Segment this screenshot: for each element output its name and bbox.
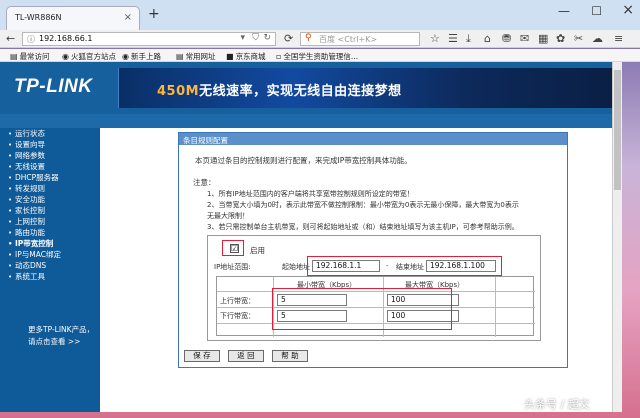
browser-nav-bar: ← ⓘ 192.168.66.1 ▾ ⛉ ↻ ⟳ ⚲ 百度 <Ctrl+K> ☆… <box>0 30 640 48</box>
banner-graphic: 450M无线速率，实现无线自由连接梦想 <box>118 68 612 108</box>
note-line: 3、若只需控制单台主机带宽，则可将起始地址或（和）结束地址填写为该主机IP，可参… <box>207 223 519 231</box>
tab-close-icon[interactable]: × <box>124 12 132 23</box>
bookmark-item[interactable]: ▫ 全国学生资助管理信... <box>276 51 358 62</box>
sidebar-item-routing[interactable]: • 路由功能 <box>8 227 61 238</box>
highlight-box <box>222 240 244 256</box>
search-placeholder: 百度 <Ctrl+K> <box>319 35 378 44</box>
downstream-label: 下行带宽： <box>220 312 255 320</box>
note-line: 1、所有IP地址范围内的客户端将共享宽带控制规则所设定的带宽！ <box>207 190 414 198</box>
bookmarks-bar: ▤ 最常访问 ◉ 火狐官方站点 ◉ 新手上路 ▤ 常用网址 ■ 京东商城 ▫ 全国学生资助管… <box>0 49 640 62</box>
sidebar-item-status[interactable]: • 运行状态 <box>8 128 61 139</box>
sidebar-item-parental[interactable]: • 家长控制 <box>8 205 61 216</box>
extension-icon[interactable]: ✿ <box>556 32 565 45</box>
browser-tab[interactable]: TL-WR886N × <box>6 6 140 30</box>
sidebar-item-ddns[interactable]: • 动态DNS <box>8 260 61 271</box>
cart-icon[interactable]: ⛃ <box>502 32 511 45</box>
firefox-icon: ◉ <box>122 52 129 61</box>
scissors-icon[interactable]: ✂ <box>574 32 583 45</box>
folder-icon: ▤ <box>10 52 18 61</box>
save-button[interactable]: 保 存 <box>184 350 220 362</box>
sidebar-item-wizard[interactable]: • 设置向导 <box>8 139 61 150</box>
download-icon[interactable]: ⤓ <box>466 32 471 46</box>
shield-icon: ⛉ <box>252 33 259 43</box>
note-line: 2、当带宽大小填为0时，表示此带宽不做控制限制：最小带宽为0表示无最小保障，最大… <box>207 201 519 209</box>
folder-icon: ▤ <box>176 52 184 61</box>
window-close-icon[interactable]: × <box>622 2 634 18</box>
bookmark-item[interactable]: ◉ 新手上路 <box>122 51 161 62</box>
scrollbar-thumb[interactable] <box>614 70 621 190</box>
search-input[interactable]: ⚲ 百度 <Ctrl+K> <box>300 32 420 46</box>
sidebar-item-dhcp[interactable]: • DHCP服务器 <box>8 172 61 183</box>
reload-icon[interactable]: ⟳ <box>284 32 293 45</box>
help-button[interactable]: 帮 助 <box>272 350 308 362</box>
star-icon[interactable]: ☆ <box>430 32 440 45</box>
grid-icon[interactable]: ▦ <box>538 32 548 45</box>
bookmark-item[interactable]: ▤ 常用网址 <box>176 51 216 62</box>
panel-title: 条目规则配置 <box>179 133 567 145</box>
browser-tab-bar: TL-WR886N × + — ☐ × <box>0 0 640 30</box>
bookmark-item[interactable]: ◉ 火狐官方站点 <box>62 51 116 62</box>
highlight-box <box>307 256 502 276</box>
rule-form: ☑ 启用 IP地址范围: 起始地址 192.168.1.1 - 结束地址 192… <box>207 235 541 341</box>
more-products-link[interactable]: 更多TP-LINK产品， 请点击查看 >> <box>28 324 94 348</box>
ip-range-label: IP地址范围: <box>214 263 251 271</box>
sidebar-item-network[interactable]: • 网络参数 <box>8 150 61 161</box>
router-page: TP-LINK 450M无线速率，实现无线自由连接梦想 • 运行状态 • 设置向导 … <box>0 62 612 412</box>
window-minimize-icon[interactable]: — <box>558 4 570 18</box>
sidebar-item-system-tools[interactable]: • 系统工具 <box>8 271 61 282</box>
sidebar-menu: • 运行状态 • 设置向导 • 网络参数 • 无线设置 • DHCP服务器 • 转发规则 •… <box>8 128 61 282</box>
note-line: 无最大限制！ <box>207 212 249 220</box>
banner-stripe <box>0 114 612 128</box>
page-icon: ▫ <box>276 52 282 61</box>
sidebar: • 运行状态 • 设置向导 • 网络参数 • 无线设置 • DHCP服务器 • 转发规则 •… <box>0 128 100 412</box>
menu-icon[interactable]: ≡ <box>614 32 623 45</box>
bookmarks-icon[interactable]: ☰ <box>448 32 458 45</box>
tp-link-logo: TP-LINK <box>14 76 93 97</box>
note-heading: 注意： <box>193 178 216 187</box>
url-text: 192.168.66.1 <box>39 34 93 43</box>
tab-title: TL-WR886N <box>15 13 62 22</box>
chevron-down-icon[interactable]: ▾ <box>240 33 245 43</box>
sidebar-item-ip-mac[interactable]: • IP与MAC绑定 <box>8 249 61 260</box>
jd-icon: ■ <box>226 52 234 61</box>
back-button[interactable]: 返 回 <box>228 350 264 362</box>
firefox-icon: ◉ <box>62 52 69 61</box>
upstream-label: 上行带宽： <box>220 297 255 305</box>
page-scrollbar[interactable] <box>612 62 622 412</box>
bookmark-item[interactable]: ▤ 最常访问 <box>10 51 50 62</box>
url-input[interactable]: ⓘ 192.168.66.1 ▾ ⛉ ↻ <box>22 32 276 46</box>
banner-slogan: 450M无线速率，实现无线自由连接梦想 <box>157 84 402 99</box>
enable-label: 启用 <box>250 246 265 255</box>
window-maximize-icon[interactable]: ☐ <box>591 4 602 18</box>
sidebar-item-access-control[interactable]: • 上网控制 <box>8 216 61 227</box>
bookmark-item[interactable]: ■ 京东商城 <box>226 51 266 62</box>
highlight-box <box>272 288 452 330</box>
reload-icon[interactable]: ↻ <box>263 33 271 43</box>
sidebar-item-wireless[interactable]: • 无线设置 <box>8 161 61 172</box>
start-address-label: 起始地址 <box>282 263 310 271</box>
search-icon: ⚲ <box>305 33 312 43</box>
mail-icon[interactable]: ✉ <box>520 32 529 45</box>
info-icon: ⓘ <box>27 35 35 44</box>
sidebar-item-bandwidth[interactable]: • IP带宽控制 <box>8 238 61 249</box>
sidebar-item-security[interactable]: • 安全功能 <box>8 194 61 205</box>
home-icon[interactable]: ⌂ <box>484 32 491 45</box>
main-content: 条目规则配置 本页通过条目的控制规则进行配置，来完成IP带宽控制具体功能。 注意… <box>100 128 612 412</box>
sidebar-item-forwarding[interactable]: • 转发规则 <box>8 183 61 194</box>
new-tab-icon[interactable]: + <box>148 6 160 22</box>
rule-config-panel: 条目规则配置 本页通过条目的控制规则进行配置，来完成IP带宽控制具体功能。 注意… <box>178 132 568 368</box>
panel-description: 本页通过条目的控制规则进行配置，来完成IP带宽控制具体功能。 <box>195 156 412 165</box>
back-arrow-icon[interactable]: ← <box>6 32 15 45</box>
watermark: 头条号 / 超文 <box>524 398 590 411</box>
chat-icon[interactable]: ☁ <box>592 32 603 45</box>
page-banner: TP-LINK 450M无线速率，实现无线自由连接梦想 <box>0 62 612 114</box>
